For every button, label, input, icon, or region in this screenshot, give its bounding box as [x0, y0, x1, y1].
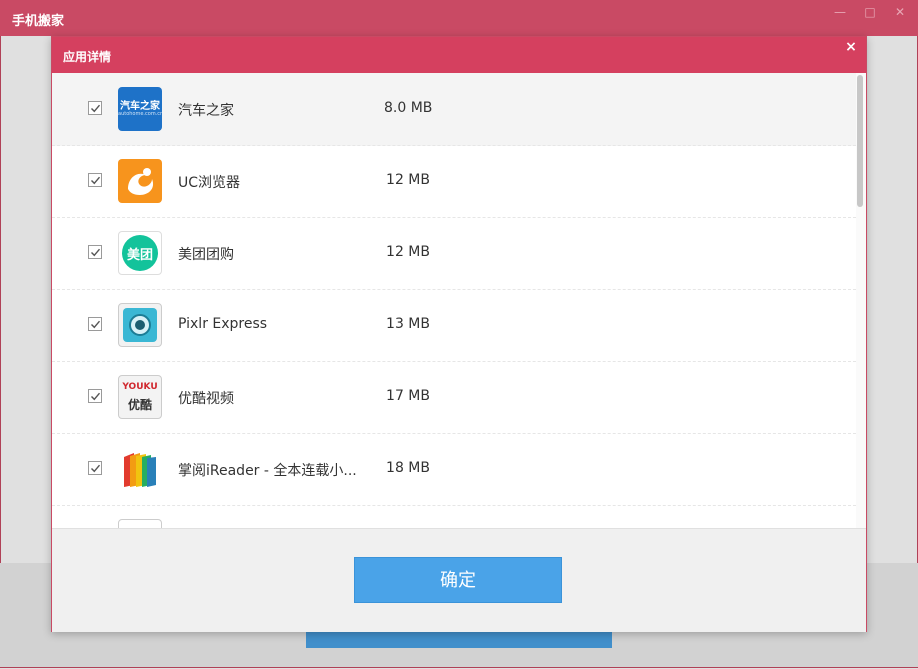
list-item[interactable]: UC浏览器 12 MB	[52, 145, 856, 218]
list-item[interactable]: 汽车之家 autohome.com.cn 汽车之家 8.0 MB	[52, 73, 856, 146]
app-checkbox[interactable]	[88, 461, 102, 475]
autohome-icon: 汽车之家 autohome.com.cn	[118, 87, 162, 131]
app-checkbox[interactable]	[88, 173, 102, 187]
title-bar: 手机搬家 — □ ✕	[0, 0, 918, 36]
window-close-icon[interactable]: ✕	[890, 4, 910, 20]
list-item[interactable]: YOUKU 优酷 优酷视频 17 MB	[52, 361, 856, 434]
app-size: 17 MB	[386, 388, 430, 404]
dialog-title: 应用详情	[63, 50, 112, 64]
scrollbar-thumb[interactable]	[857, 75, 863, 207]
app-name: UC浏览器	[178, 175, 241, 191]
list-item[interactable]: Pixlr Express 13 MB	[52, 289, 856, 362]
app-size: 12 MB	[386, 244, 430, 260]
check-icon	[91, 464, 101, 473]
app-size: 13 MB	[386, 316, 430, 332]
app-details-dialog: 应用详情 × 汽车之家 autohome.com.cn 汽车之家 8.0 MB	[51, 36, 867, 632]
uc-browser-icon	[118, 159, 162, 203]
app-icon	[118, 519, 162, 528]
app-checkbox[interactable]	[88, 317, 102, 331]
window-title: 手机搬家	[12, 14, 65, 29]
maximize-icon[interactable]: □	[860, 4, 880, 20]
app-checkbox[interactable]	[88, 101, 102, 115]
list-item[interactable]	[52, 505, 856, 528]
app-checkbox[interactable]	[88, 389, 102, 403]
confirm-button[interactable]: 确定	[354, 557, 562, 603]
close-icon[interactable]: ×	[844, 40, 858, 54]
check-icon	[91, 392, 101, 401]
app-name: 汽车之家	[178, 103, 234, 119]
check-icon	[91, 104, 101, 113]
youku-icon: YOUKU 优酷	[118, 375, 162, 419]
app-name: 掌阅iReader - 全本连载小...	[178, 463, 357, 479]
check-icon	[91, 320, 101, 329]
app-name: 美团团购	[178, 247, 234, 263]
check-icon	[91, 176, 101, 185]
app-checkbox[interactable]	[88, 245, 102, 259]
dialog-header: 应用详情 ×	[52, 37, 866, 73]
app-name: 优酷视频	[178, 391, 234, 407]
list-item[interactable]: 美团 美团团购 12 MB	[52, 217, 856, 290]
app-name: Pixlr Express	[178, 316, 268, 332]
app-size: 12 MB	[386, 172, 430, 188]
check-icon	[91, 248, 101, 257]
list-item[interactable]: 掌阅iReader - 全本连载小... 18 MB	[52, 433, 856, 506]
app-size: 8.0 MB	[384, 100, 433, 116]
minimize-icon[interactable]: —	[830, 4, 850, 20]
app-size: 18 MB	[386, 460, 430, 476]
pixlr-icon	[118, 303, 162, 347]
ireader-icon	[118, 447, 162, 491]
dialog-footer: 确定	[52, 528, 866, 632]
app-list: 汽车之家 autohome.com.cn 汽车之家 8.0 MB UC浏览器 1…	[52, 73, 866, 528]
meituan-icon: 美团	[118, 231, 162, 275]
